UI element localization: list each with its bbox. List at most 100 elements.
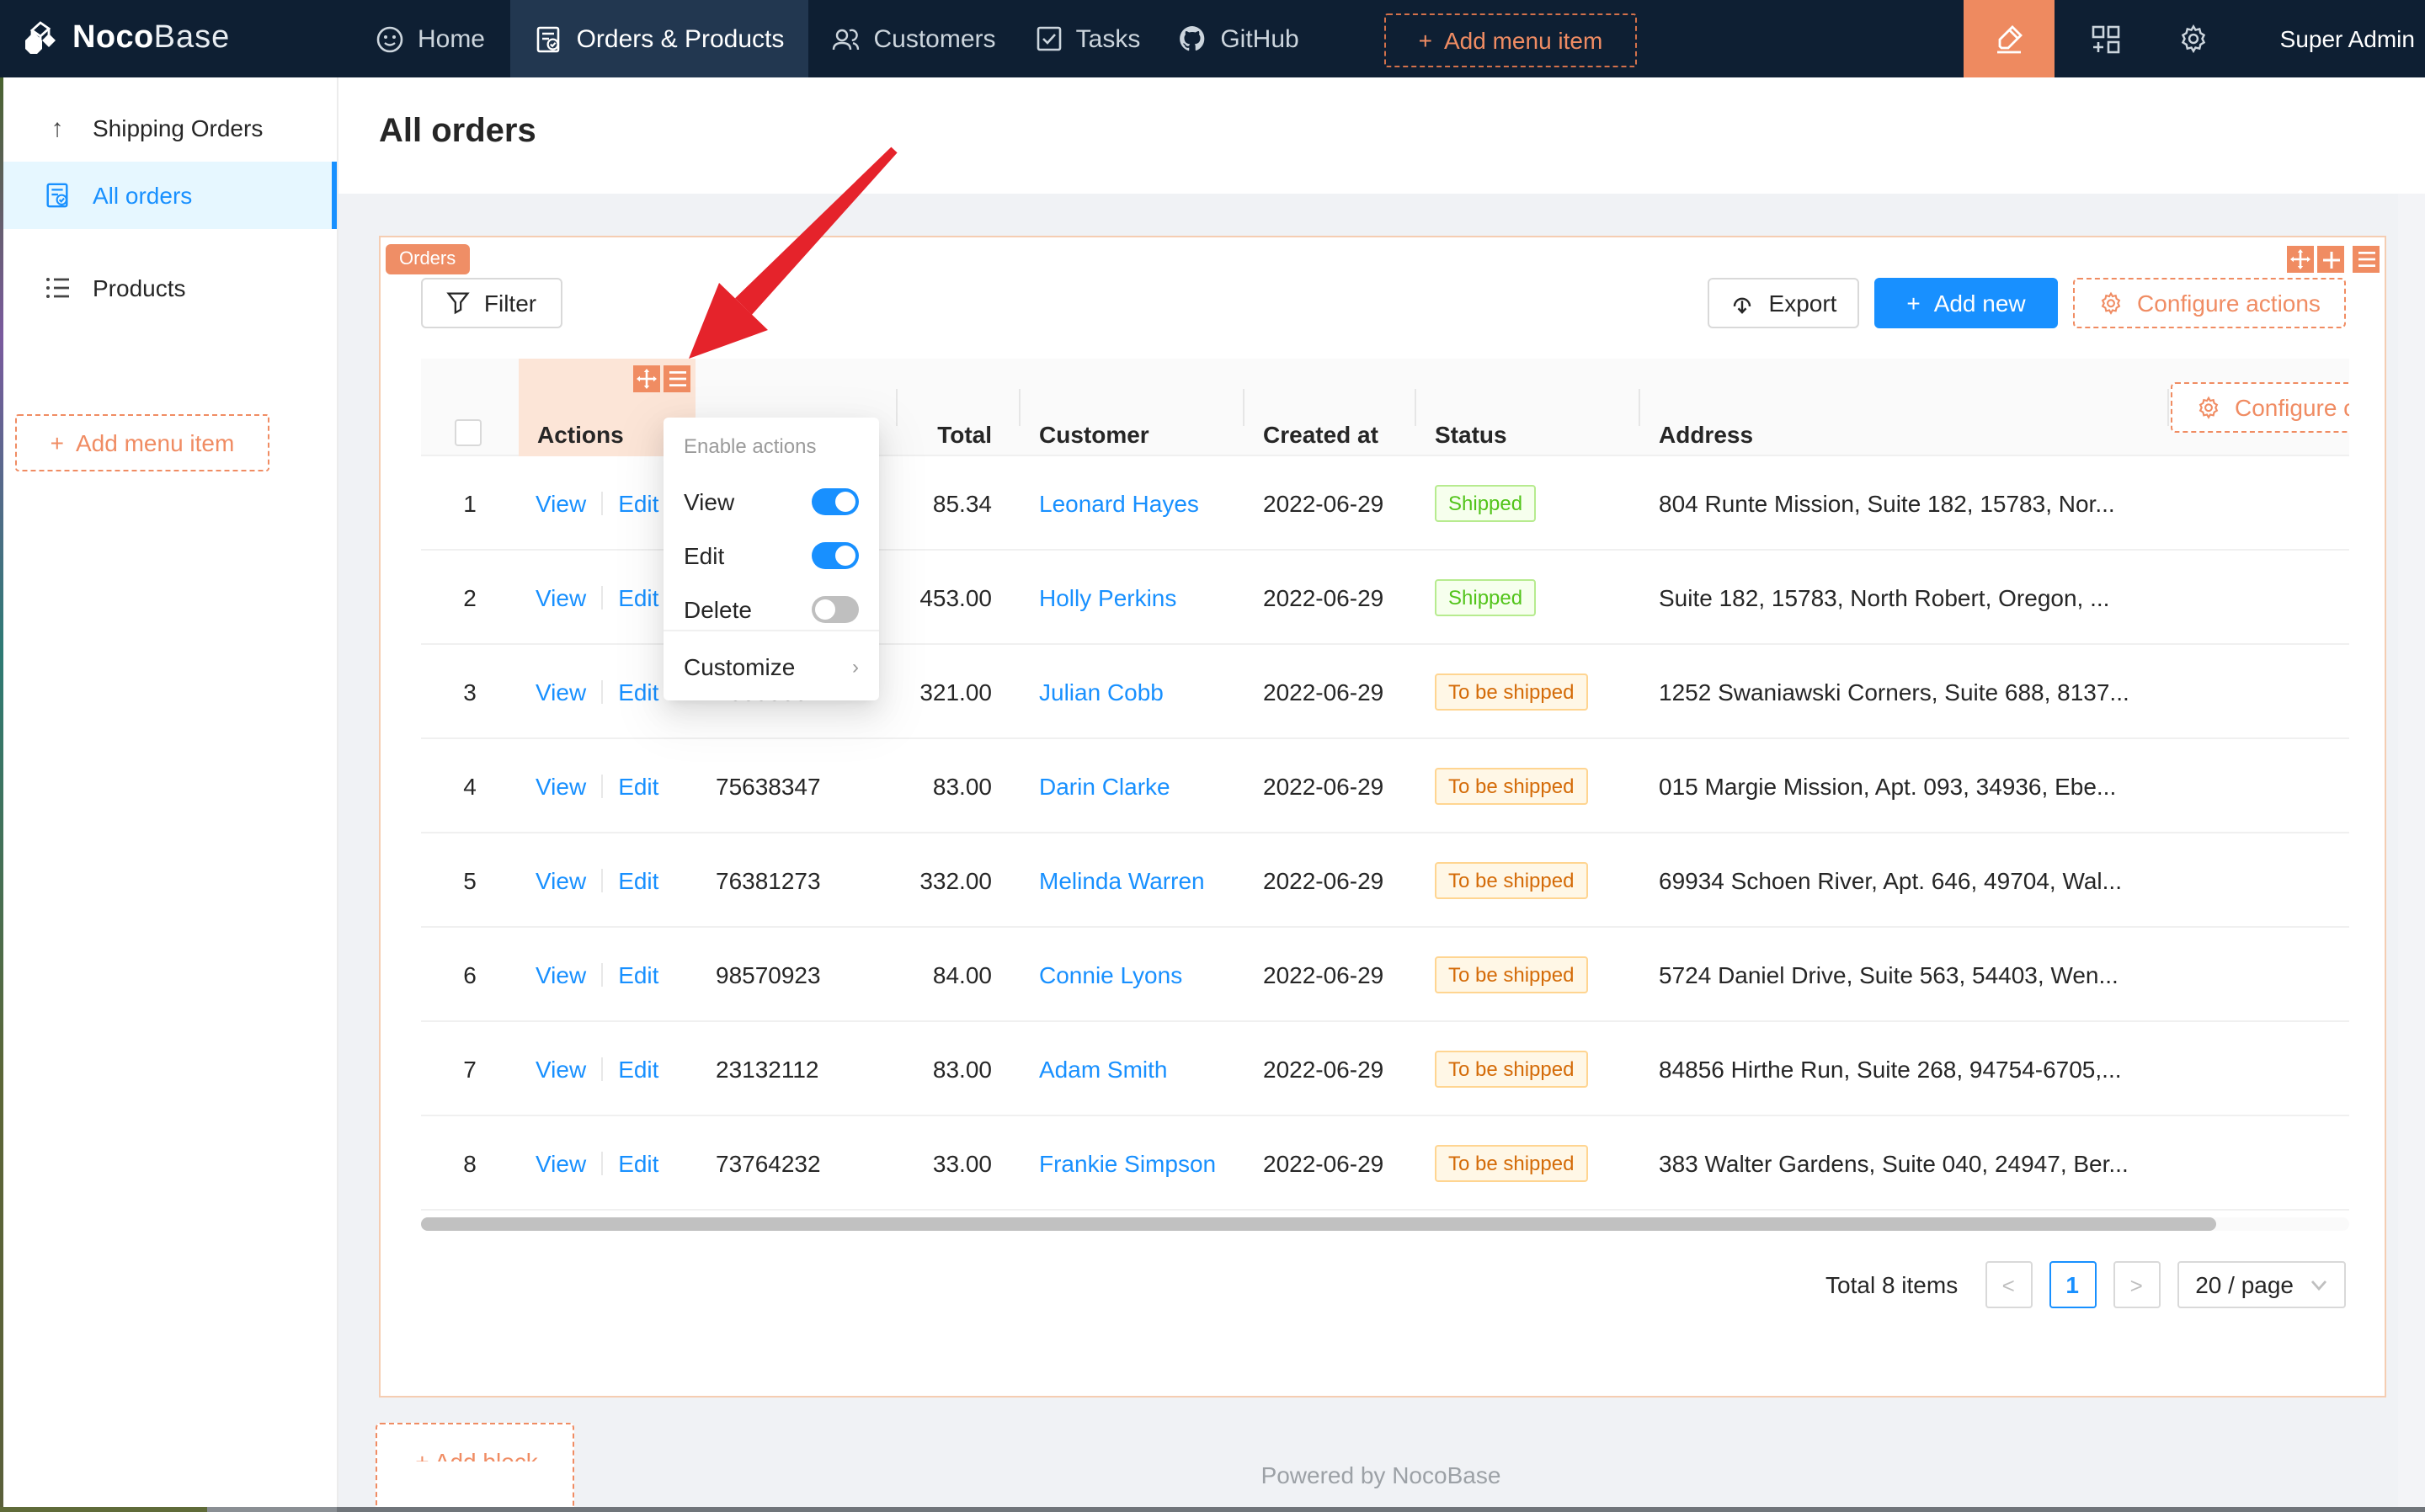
edit-link[interactable]: Edit xyxy=(618,1150,658,1177)
configure-actions-label: Configure actions xyxy=(2137,290,2321,317)
nav-add-menu-item-button[interactable]: + Add menu item xyxy=(1384,13,1637,67)
view-link[interactable]: View xyxy=(536,490,586,517)
column-divider xyxy=(1639,389,1640,426)
view-link[interactable]: View xyxy=(536,961,586,988)
sidebar-add-menu-item-button[interactable]: + Add menu item xyxy=(15,414,269,471)
customer-link[interactable]: Darin Clarke xyxy=(1039,773,1170,800)
divider xyxy=(601,963,604,987)
customer-link[interactable]: Holly Perkins xyxy=(1039,584,1176,611)
column-header-total[interactable]: Total xyxy=(896,419,992,450)
plus-icon: + xyxy=(1418,27,1432,54)
column-header-actions[interactable]: Actions xyxy=(537,419,624,450)
customer-link[interactable]: Leonard Hayes xyxy=(1039,490,1199,517)
delete-toggle[interactable] xyxy=(812,596,859,623)
sidebar-item-all-orders[interactable]: All orders xyxy=(0,162,337,229)
edit-link[interactable]: Edit xyxy=(618,867,658,894)
order-number: 76381273 xyxy=(716,867,821,894)
view-link[interactable]: View xyxy=(536,773,586,800)
status-badge: Shipped xyxy=(1435,579,1537,616)
export-button[interactable]: Export xyxy=(1708,278,1859,328)
chevron-right-icon: › xyxy=(852,655,859,679)
plugin-manager-button[interactable] xyxy=(2068,0,2142,77)
column-menu-icon[interactable] xyxy=(664,365,690,392)
table-row: 4 View Edit 75638347 83.00 Darin Clarke 2… xyxy=(421,739,2349,833)
block-add-icon[interactable] xyxy=(2317,246,2344,273)
dropdown-item-customize[interactable]: Customize › xyxy=(664,640,879,694)
column-divider xyxy=(1415,389,1416,426)
customer-link[interactable]: Connie Lyons xyxy=(1039,961,1182,988)
view-link[interactable]: View xyxy=(536,679,586,705)
sidebar-add-menu-item-label: Add menu item xyxy=(76,429,235,456)
column-header-address[interactable]: Address xyxy=(1659,419,1753,450)
view-link[interactable]: View xyxy=(536,1150,586,1177)
address: Suite 182, 15783, North Robert, Oregon, … xyxy=(1659,584,2110,611)
current-user[interactable]: Super Admin xyxy=(2240,0,2425,77)
address: 69934 Schoen River, Apt. 646, 49704, Wal… xyxy=(1659,867,2122,894)
drag-handle-icon[interactable] xyxy=(2287,246,2314,273)
view-link[interactable]: View xyxy=(536,584,586,611)
dropdown-item-edit[interactable]: Edit xyxy=(664,529,879,583)
sidebar-item-shipping-orders[interactable]: ↑ Shipping Orders xyxy=(0,94,337,162)
pagination-total: Total 8 items xyxy=(1825,1271,1959,1298)
table-row: 6 View Edit 98570923 84.00 Connie Lyons 2… xyxy=(421,928,2349,1022)
configure-columns-label: Configure columns xyxy=(2235,394,2349,421)
status-badge: To be shipped xyxy=(1435,768,1588,805)
chevron-left-icon: < xyxy=(2001,1272,2015,1297)
edit-link[interactable]: Edit xyxy=(618,1056,658,1083)
customer-link[interactable]: Frankie Simpson xyxy=(1039,1150,1216,1177)
edit-link[interactable]: Edit xyxy=(618,584,658,611)
wallpaper-left-sliver xyxy=(0,77,3,1512)
edit-toggle[interactable] xyxy=(812,542,859,569)
block-menu-icon[interactable] xyxy=(2353,246,2380,273)
column-drag-icon[interactable] xyxy=(633,365,660,392)
nav-tab-home[interactable]: Home xyxy=(350,0,510,77)
dropdown-item-delete[interactable]: Delete xyxy=(664,583,879,636)
configure-actions-button[interactable]: Configure actions xyxy=(2073,278,2346,328)
pagination-next-button[interactable]: > xyxy=(2113,1261,2161,1308)
nav-tab-label: Customers xyxy=(873,24,996,53)
brand-base: Base xyxy=(153,20,231,56)
column-header-created-at[interactable]: Created at xyxy=(1263,419,1378,450)
dropdown-item-label: View xyxy=(684,488,735,515)
view-link[interactable]: View xyxy=(536,1056,586,1083)
order-number: 98570923 xyxy=(716,961,821,988)
add-new-button[interactable]: + Add new xyxy=(1874,278,2058,328)
nav-tab-tasks[interactable]: Tasks xyxy=(1017,0,1159,77)
enable-actions-dropdown: Enable actions View Edit Delete Customiz… xyxy=(664,418,879,700)
horizontal-scrollbar-thumb[interactable] xyxy=(421,1217,2216,1231)
address: 5724 Daniel Drive, Suite 563, 54403, Wen… xyxy=(1659,961,2119,988)
view-toggle[interactable] xyxy=(812,488,859,515)
nav-tab-customers[interactable]: Customers xyxy=(808,0,1017,77)
ui-editor-button[interactable] xyxy=(1964,0,2055,77)
customer-link[interactable]: Melinda Warren xyxy=(1039,867,1205,894)
view-link[interactable]: View xyxy=(536,867,586,894)
pagination-page-1[interactable]: 1 xyxy=(2049,1261,2097,1308)
column-header-customer[interactable]: Customer xyxy=(1039,419,1149,450)
pagination-prev-button[interactable]: < xyxy=(1985,1261,2033,1308)
filter-button[interactable]: Filter xyxy=(421,278,562,328)
customer-link[interactable]: Adam Smith xyxy=(1039,1056,1168,1083)
dropdown-item-view[interactable]: View xyxy=(664,475,879,529)
settings-button[interactable] xyxy=(2159,0,2226,77)
column-divider xyxy=(896,389,898,426)
column-header-status[interactable]: Status xyxy=(1435,419,1507,450)
edit-link[interactable]: Edit xyxy=(618,490,658,517)
gear-icon xyxy=(2098,290,2124,316)
page-title: All orders xyxy=(379,113,536,150)
order-total: 33.00 xyxy=(932,1150,992,1177)
brand-logo[interactable]: NocoBase xyxy=(20,0,230,77)
edit-link[interactable]: Edit xyxy=(618,679,658,705)
left-sidebar: ↑ Shipping Orders All orders Products + … xyxy=(0,77,338,1512)
nav-tab-github[interactable]: GitHub xyxy=(1159,0,1317,77)
edit-link[interactable]: Edit xyxy=(618,773,658,800)
configure-columns-button[interactable]: Configure columns xyxy=(2171,382,2349,433)
nav-tab-orders-products[interactable]: Orders & Products xyxy=(510,0,808,77)
page-size-select[interactable]: 20 / page xyxy=(2177,1261,2346,1308)
select-all-checkbox[interactable] xyxy=(455,419,482,446)
column-divider xyxy=(1243,389,1244,426)
sidebar-item-products[interactable]: Products xyxy=(0,254,337,322)
add-block-label: Add block xyxy=(434,1448,538,1461)
edit-link[interactable]: Edit xyxy=(618,961,658,988)
customer-link[interactable]: Julian Cobb xyxy=(1039,679,1164,705)
scrollbar-gutter[interactable] xyxy=(2398,194,2425,1507)
